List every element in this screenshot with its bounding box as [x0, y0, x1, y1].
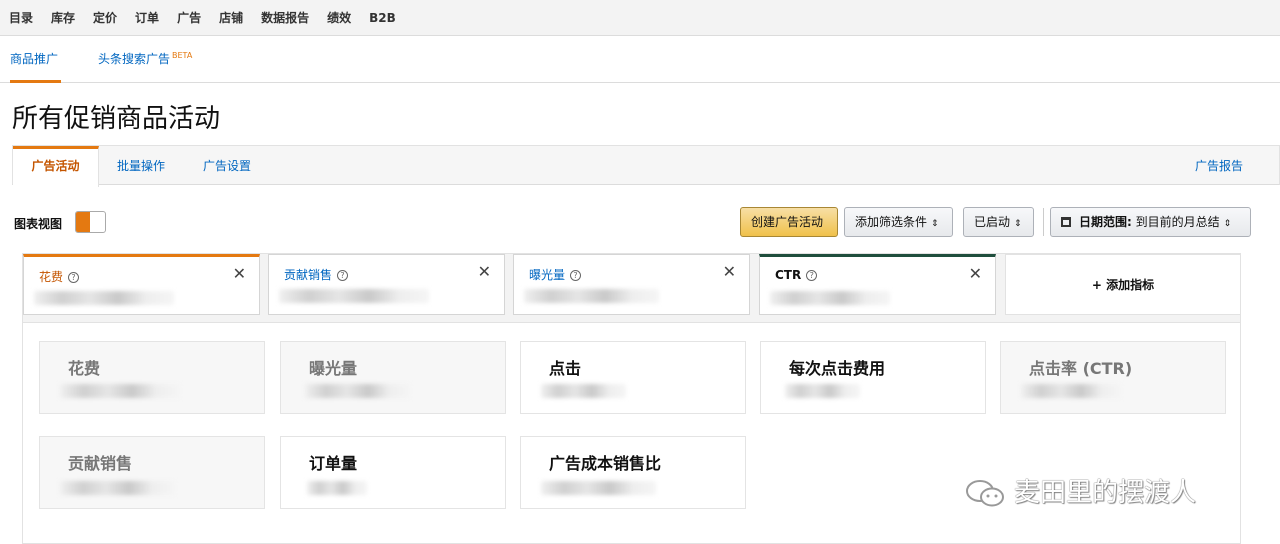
sort-caret-icon: ⇕ [931, 219, 939, 229]
toolbar-divider [1043, 208, 1044, 236]
selector-label: 订单量 [309, 454, 358, 473]
nav-advertising[interactable]: 广告 [177, 9, 201, 26]
help-icon[interactable]: ? [806, 270, 818, 281]
add-filter-label: 添加筛选条件 [855, 215, 928, 229]
metric-label-text: CTR [775, 268, 802, 282]
selector-orders[interactable]: 订单量 [280, 436, 506, 509]
redacted-value [60, 384, 180, 398]
nav-performance[interactable]: 绩效 [327, 9, 351, 26]
wechat-icon [966, 479, 1004, 506]
chart-view-label: 图表视图 [14, 217, 63, 231]
help-icon[interactable]: ? [68, 272, 80, 283]
help-icon[interactable]: ? [570, 270, 582, 281]
redacted-value [305, 384, 410, 398]
tab-ad-settings[interactable]: 广告设置 [203, 146, 251, 186]
selector-label: 贡献销售 [68, 454, 133, 473]
page-title: 所有促销商品活动 [12, 104, 221, 134]
redacted-value [541, 481, 656, 495]
selector-ctr[interactable]: 点击率 (CTR) [1000, 341, 1226, 414]
selector-acos[interactable]: 广告成本销售比 [520, 436, 746, 509]
ad-type-navigation: 商品推广 头条搜索广告 BETA [0, 36, 1280, 83]
metric-label: CTR? [775, 268, 818, 282]
metric-label-text: 贡献销售 [284, 268, 333, 282]
date-range-value: 到目前的月总结 [1135, 215, 1220, 229]
nav-stores[interactable]: 店铺 [219, 9, 243, 26]
redacted-value [785, 384, 860, 398]
subnav-sponsored-products[interactable]: 商品推广 [10, 50, 58, 67]
calendar-icon [1061, 217, 1071, 227]
nav-orders[interactable]: 订单 [135, 9, 159, 26]
close-icon[interactable]: ✕ [723, 262, 736, 281]
toggle-knob [76, 212, 90, 232]
nav-inventory[interactable]: 库存 [51, 9, 75, 26]
metric-selector-panel: 花费 曝光量 点击 每次点击费用 点击率 (CTR) 贡献销售 订单量 广告成本… [22, 323, 1241, 544]
top-navigation: 目录 库存 定价 订单 广告 店铺 数据报告 绩效 B2B [0, 0, 1280, 36]
tab-campaigns[interactable]: 广告活动 [13, 146, 99, 187]
selector-label: 花费 [68, 359, 101, 378]
selector-clicks[interactable]: 点击 [520, 341, 746, 414]
subnav-headline-search-label: 头条搜索广告 [98, 52, 171, 66]
redacted-value [541, 384, 626, 398]
sort-caret-icon: ⇕ [1223, 219, 1232, 229]
redacted-value [60, 481, 175, 495]
selector-attributed-sales[interactable]: 贡献销售 [39, 436, 265, 509]
selector-label: 点击率 (CTR) [1029, 359, 1133, 378]
metric-cards-row: 花费? ✕ 贡献销售? ✕ 曝光量? ✕ CTR? ✕ + 添加指标 [22, 253, 1241, 323]
close-icon[interactable]: ✕ [969, 264, 982, 283]
redacted-value [279, 289, 429, 303]
add-filter-button[interactable]: 添加筛选条件 ⇕ [844, 207, 953, 237]
metric-label-text: 曝光量 [529, 268, 566, 282]
tab-bar: 广告活动 批量操作 广告设置 广告报告 [12, 145, 1280, 187]
help-icon[interactable]: ? [337, 270, 349, 281]
redacted-value [524, 289, 659, 303]
status-filter-label: 已启动 [974, 215, 1011, 229]
active-subnav-underline [10, 80, 61, 83]
selector-label: 每次点击费用 [789, 359, 886, 378]
selector-label: 广告成本销售比 [549, 454, 662, 473]
create-campaign-button[interactable]: 创建广告活动 [740, 207, 838, 237]
tab-bulk-operations[interactable]: 批量操作 [117, 146, 165, 186]
add-metric-button[interactable]: + 添加指标 [1005, 254, 1241, 315]
close-icon[interactable]: ✕ [478, 262, 491, 281]
subnav-headline-search[interactable]: 头条搜索广告 BETA [98, 50, 192, 67]
redacted-value [307, 481, 367, 495]
selector-cpc[interactable]: 每次点击费用 [760, 341, 986, 414]
watermark-text: 麦田里的摆渡人 [1014, 478, 1197, 508]
redacted-value [770, 291, 890, 305]
metric-card-ctr[interactable]: CTR? ✕ [759, 254, 996, 315]
metric-label: 曝光量? [529, 266, 582, 283]
date-range-label: 日期范围: [1079, 215, 1132, 229]
redacted-value [34, 291, 174, 305]
chart-view-toggle[interactable] [75, 211, 106, 233]
nav-catalog[interactable]: 目录 [9, 9, 33, 26]
nav-pricing[interactable]: 定价 [93, 9, 117, 26]
metric-card-spend[interactable]: 花费? ✕ [23, 254, 260, 315]
selector-spend[interactable]: 花费 [39, 341, 265, 414]
tab-ad-report[interactable]: 广告报告 [1195, 146, 1243, 186]
sort-caret-icon: ⇕ [1014, 219, 1022, 229]
redacted-value [1021, 384, 1121, 398]
date-range-button[interactable]: 日期范围: 到目前的月总结 ⇕ [1050, 207, 1251, 237]
metric-label-text: 花费 [39, 270, 64, 284]
status-filter-button[interactable]: 已启动 ⇕ [963, 207, 1034, 237]
nav-b2b[interactable]: B2B [369, 11, 396, 25]
close-icon[interactable]: ✕ [233, 264, 246, 283]
beta-badge: BETA [172, 51, 193, 60]
metric-card-impressions[interactable]: 曝光量? ✕ [513, 254, 750, 315]
metric-label: 贡献销售? [284, 266, 349, 283]
selector-label: 曝光量 [309, 359, 358, 378]
selector-impressions[interactable]: 曝光量 [280, 341, 506, 414]
nav-reports[interactable]: 数据报告 [261, 9, 309, 26]
watermark: 麦田里的摆渡人 [964, 472, 1196, 510]
selector-label: 点击 [549, 359, 582, 378]
metric-card-attributed-sales[interactable]: 贡献销售? ✕ [268, 254, 505, 315]
metric-label: 花费? [39, 268, 80, 285]
